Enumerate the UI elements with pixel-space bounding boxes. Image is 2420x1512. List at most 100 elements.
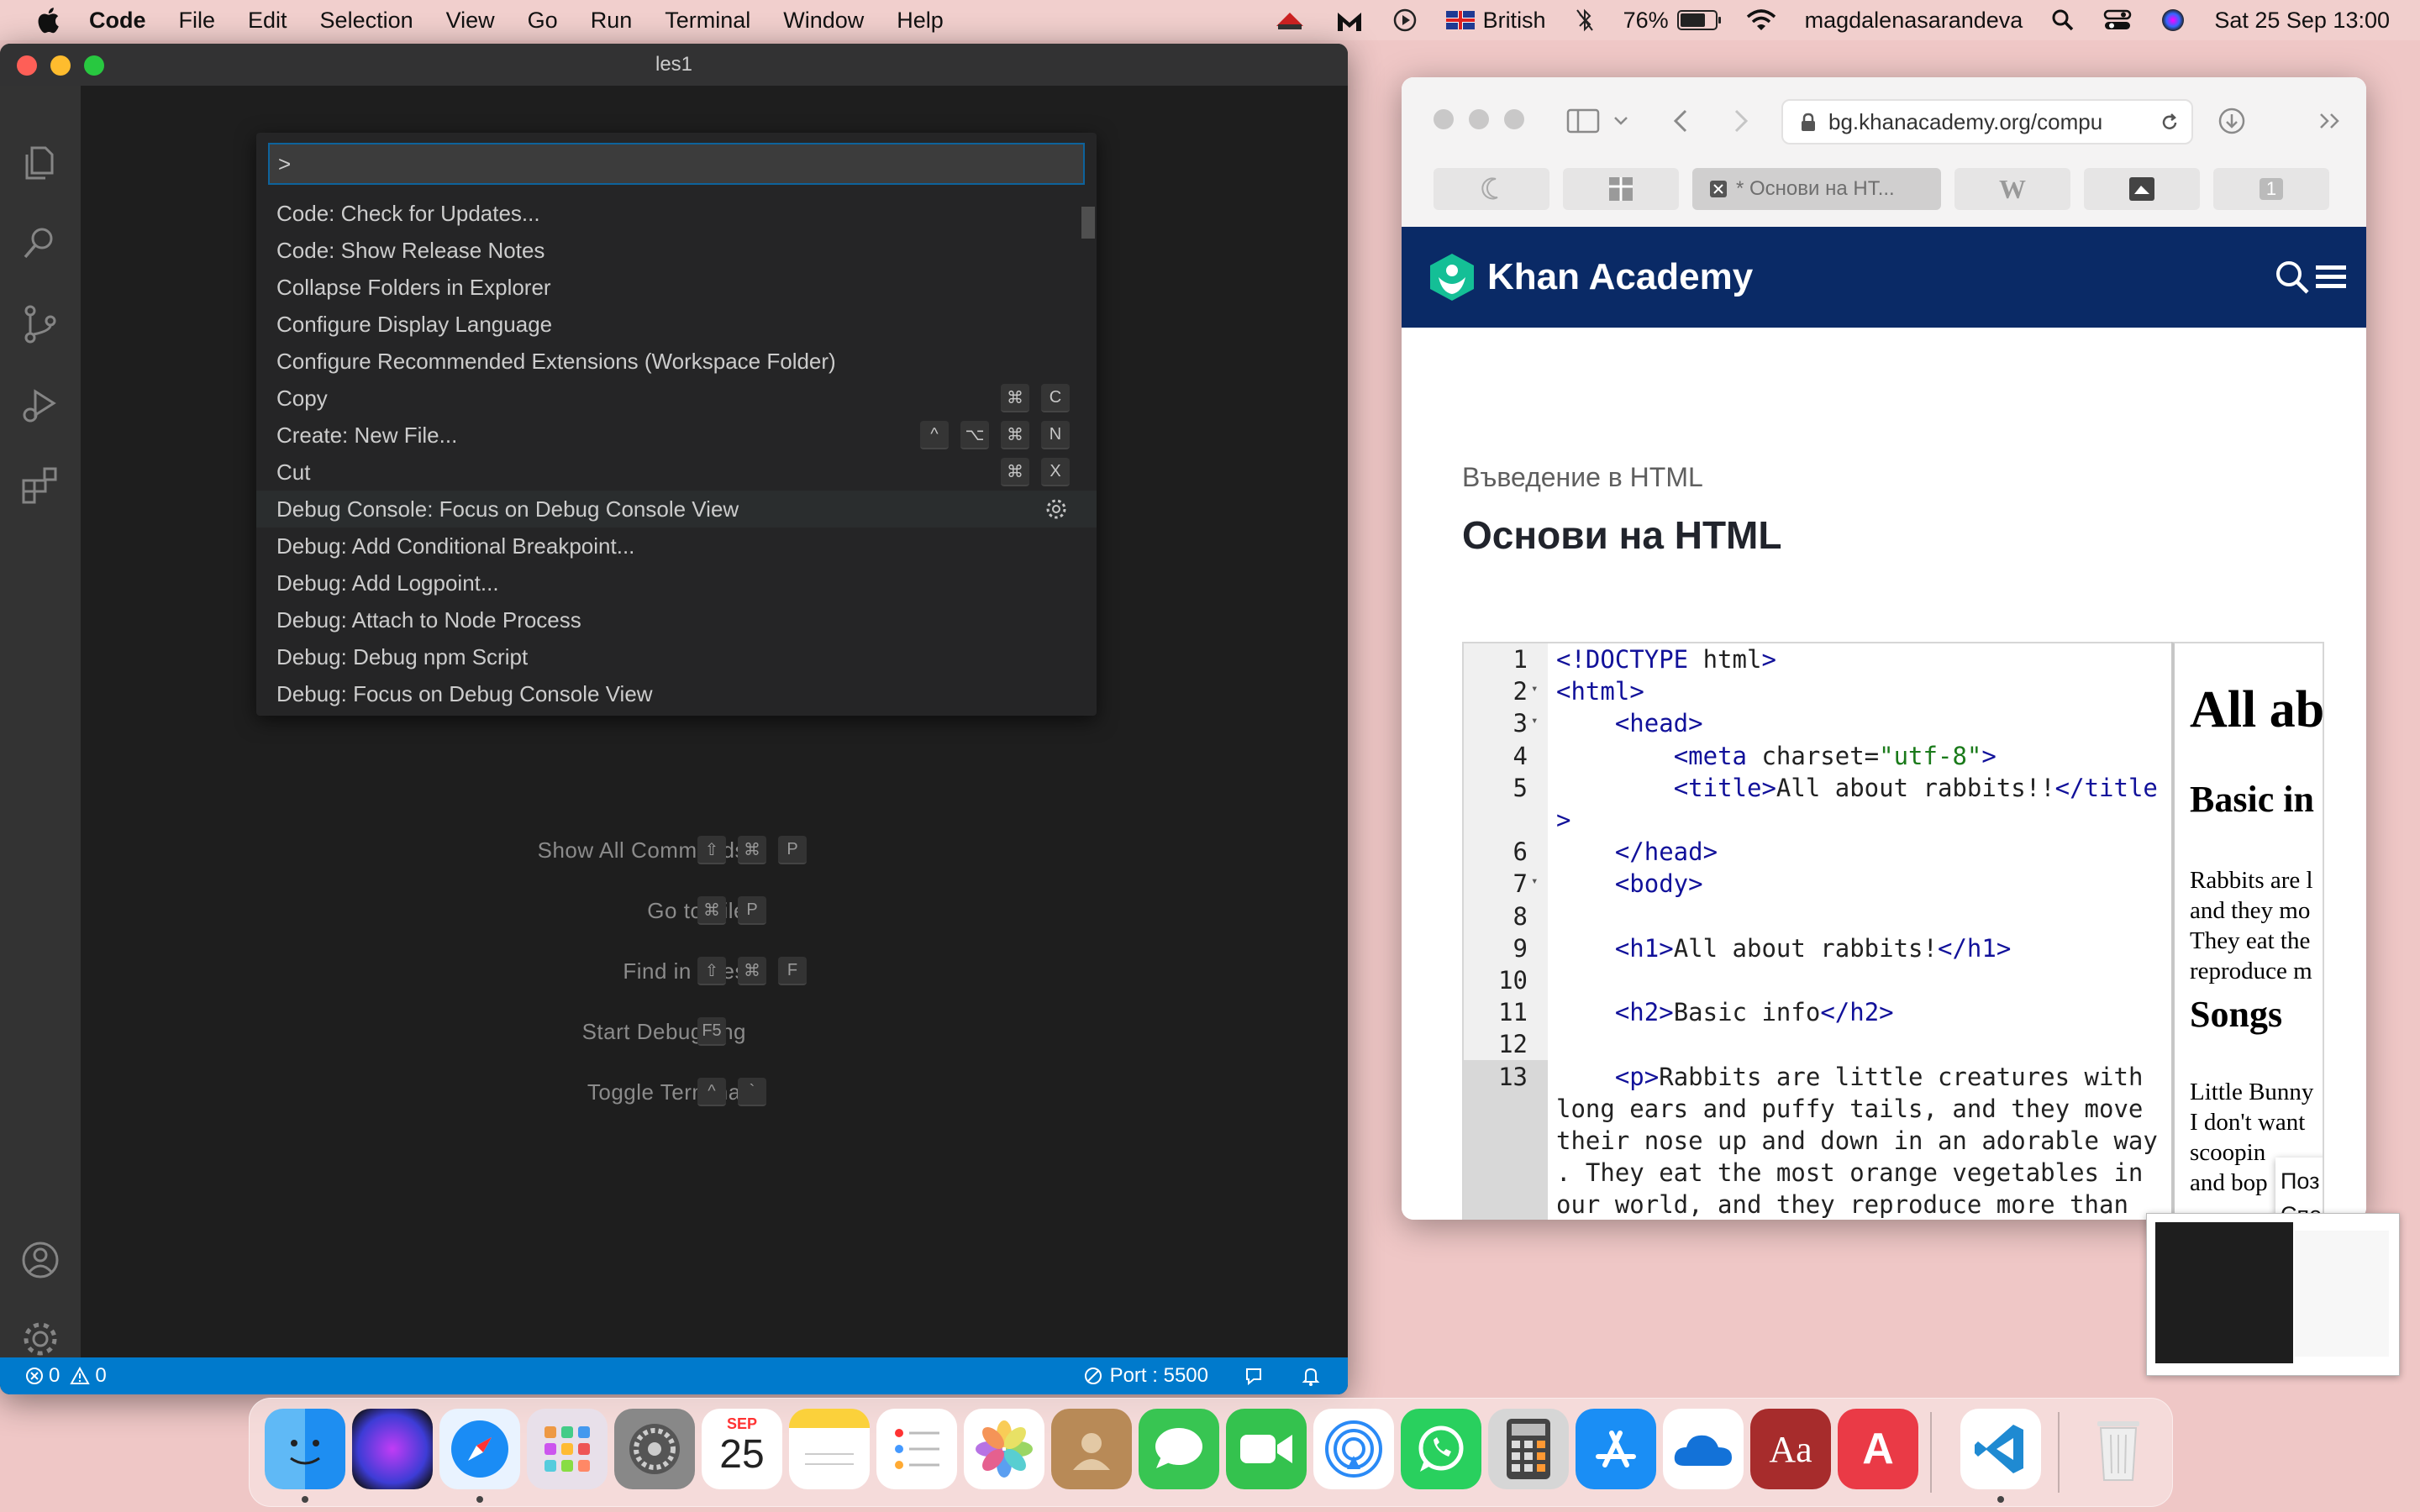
minimize-window-button[interactable] xyxy=(50,55,71,76)
command-item-highlighted[interactable]: Debug Console: Focus on Debug Console Vi… xyxy=(256,491,1097,528)
problems-indicator[interactable]: 0 0 xyxy=(25,1364,107,1388)
code-line[interactable]: 5 <title>All about rabbits!!</title xyxy=(1464,774,2170,806)
messages-icon[interactable] xyxy=(1139,1409,1219,1489)
menu-view[interactable]: View xyxy=(446,8,495,34)
back-arrow-icon[interactable] xyxy=(1670,108,1691,134)
fold-arrow-icon[interactable]: ▾ xyxy=(1531,714,1538,727)
translate-icon[interactable]: A xyxy=(1838,1409,1918,1489)
screenshot-thumbnail[interactable] xyxy=(2146,1213,2400,1376)
command-item[interactable]: Copy ⌘ C xyxy=(256,380,1097,417)
more-toolbar-icon[interactable] xyxy=(2317,111,2343,131)
system-preferences-icon[interactable] xyxy=(614,1409,695,1489)
trash-icon[interactable] xyxy=(2078,1409,2159,1489)
menu-go[interactable]: Go xyxy=(528,8,558,34)
dictionary-icon[interactable]: Aa xyxy=(1750,1409,1831,1489)
configure-keybinding-gear-icon[interactable] xyxy=(1044,497,1068,521)
menu-run[interactable]: Run xyxy=(591,8,633,34)
command-item[interactable]: Cut ⌘ X xyxy=(256,454,1097,491)
code-line[interactable]: 6 </head> xyxy=(1464,837,2170,869)
safari-close-button[interactable] xyxy=(1434,109,1454,129)
hamburger-menu-icon[interactable] xyxy=(2314,262,2348,292)
fold-arrow-icon[interactable]: ▾ xyxy=(1531,874,1538,888)
menu-edit[interactable]: Edit xyxy=(248,8,287,34)
command-item[interactable]: Debug: Debug npm Script xyxy=(256,638,1097,675)
run-debug-icon[interactable] xyxy=(17,381,64,428)
search-icon[interactable] xyxy=(17,220,64,267)
command-item[interactable]: Debug: Add Logpoint... xyxy=(256,564,1097,601)
code-line[interactable]: 13 <p>Rabbits are little creatures with xyxy=(1464,1063,2170,1095)
tab-pinned-photo[interactable] xyxy=(2084,168,2200,210)
calculator-icon[interactable] xyxy=(1488,1409,1569,1489)
khan-logo[interactable]: Khan Academy xyxy=(1428,252,1753,302)
search-icon[interactable] xyxy=(2274,259,2311,296)
finder-icon[interactable] xyxy=(265,1409,345,1489)
code-line[interactable]: their nose up and down in an adorable wa… xyxy=(1464,1126,2170,1158)
airdrop-icon[interactable] xyxy=(1313,1409,1394,1489)
code-line[interactable]: 10 xyxy=(1464,966,2170,998)
siri-app-icon[interactable] xyxy=(352,1409,433,1489)
vscode-app-icon[interactable] xyxy=(1960,1409,2041,1489)
code-line[interactable]: 4 <meta charset="utf-8"> xyxy=(1464,742,2170,774)
address-bar[interactable]: bg.khanacademy.org/compu xyxy=(1781,99,2193,144)
calendar-icon[interactable]: SEP 25 xyxy=(702,1409,782,1489)
code-line[interactable]: 2 ▾ <html> xyxy=(1464,677,2170,709)
forward-arrow-icon[interactable] xyxy=(1731,108,1751,134)
manage-gear-icon[interactable] xyxy=(17,1315,64,1362)
photos-icon[interactable] xyxy=(964,1409,1044,1489)
input-source[interactable]: British xyxy=(1445,8,1546,34)
menu-app-name[interactable]: Code xyxy=(89,8,146,34)
code-line[interactable]: long ears and puffy tails, and they move xyxy=(1464,1095,2170,1126)
close-window-button[interactable] xyxy=(17,55,37,76)
sidebar-toggle-icon[interactable] xyxy=(1566,108,1600,134)
malwarebytes-icon[interactable] xyxy=(1335,8,1364,33)
wifi-icon[interactable] xyxy=(1746,8,1776,32)
code-editor[interactable]: 1 <!DOCTYPE html> 2 ▾ <html> 3 ▾ <head> 4 <meta… xyxy=(1462,642,2173,1220)
code-line[interactable]: 7 ▾ <body> xyxy=(1464,869,2170,901)
play-circle-icon[interactable] xyxy=(1392,8,1418,33)
menu-window[interactable]: Window xyxy=(783,8,864,34)
code-line[interactable]: 9 <h1>All about rabbits!</h1> xyxy=(1464,934,2170,966)
safari-app-icon[interactable] xyxy=(439,1409,520,1489)
tab-close-icon[interactable] xyxy=(1709,180,1728,198)
command-item[interactable]: Code: Check for Updates... xyxy=(256,195,1097,232)
code-line[interactable]: 11 <h2>Basic info</h2> xyxy=(1464,998,2170,1030)
code-line[interactable]: 12 xyxy=(1464,1030,2170,1062)
whatsapp-icon[interactable] xyxy=(1401,1409,1481,1489)
code-line[interactable]: 8 xyxy=(1464,902,2170,934)
code-line[interactable]: 1 <!DOCTYPE html> xyxy=(1464,645,2170,677)
notifications-bell-icon[interactable] xyxy=(1299,1364,1323,1388)
command-item[interactable]: Debug: Attach to Node Process xyxy=(256,601,1097,638)
command-item[interactable]: Code: Show Release Notes xyxy=(256,232,1097,269)
vpn-icon[interactable] xyxy=(1273,8,1307,33)
control-center-icon[interactable] xyxy=(2103,8,2132,32)
command-item[interactable]: Configure Display Language xyxy=(256,306,1097,343)
tab-pinned-moon[interactable] xyxy=(1434,168,1549,210)
apple-menu-icon[interactable] xyxy=(35,6,60,34)
menu-selection[interactable]: Selection xyxy=(320,8,413,34)
onedrive-icon[interactable] xyxy=(1663,1409,1744,1489)
battery-status[interactable]: 76% xyxy=(1623,8,1721,34)
downloads-icon[interactable] xyxy=(2217,106,2247,136)
facetime-icon[interactable] xyxy=(1226,1409,1307,1489)
command-item[interactable]: Configure Recommended Extensions (Worksp… xyxy=(256,343,1097,380)
code-line[interactable]: our world, and they reproduce more than xyxy=(1464,1190,2170,1220)
safari-minimize-button[interactable] xyxy=(1469,109,1489,129)
explorer-icon[interactable] xyxy=(17,139,64,186)
reload-icon[interactable] xyxy=(2160,113,2180,133)
command-item[interactable]: Debug: Add Conditional Breakpoint... xyxy=(256,528,1097,564)
user-name[interactable]: magdalenasarandeva xyxy=(1805,8,2023,34)
siri-icon[interactable] xyxy=(2160,8,2186,33)
bluetooth-off-icon[interactable] xyxy=(1575,7,1595,34)
reminders-icon[interactable] xyxy=(876,1409,957,1489)
tab-pinned-grid[interactable] xyxy=(1563,168,1679,210)
zoom-window-button[interactable] xyxy=(84,55,104,76)
live-server-port[interactable]: Port : 5500 xyxy=(1083,1364,1208,1388)
extensions-icon[interactable] xyxy=(17,462,64,509)
contacts-icon[interactable] xyxy=(1051,1409,1132,1489)
tab-pinned-wiki[interactable]: W xyxy=(1954,168,2070,210)
launchpad-icon[interactable] xyxy=(527,1409,608,1489)
chevron-down-icon[interactable] xyxy=(1613,114,1628,128)
feedback-icon[interactable] xyxy=(1242,1364,1265,1388)
command-palette-input[interactable] xyxy=(268,143,1085,185)
menu-terminal[interactable]: Terminal xyxy=(665,8,750,34)
